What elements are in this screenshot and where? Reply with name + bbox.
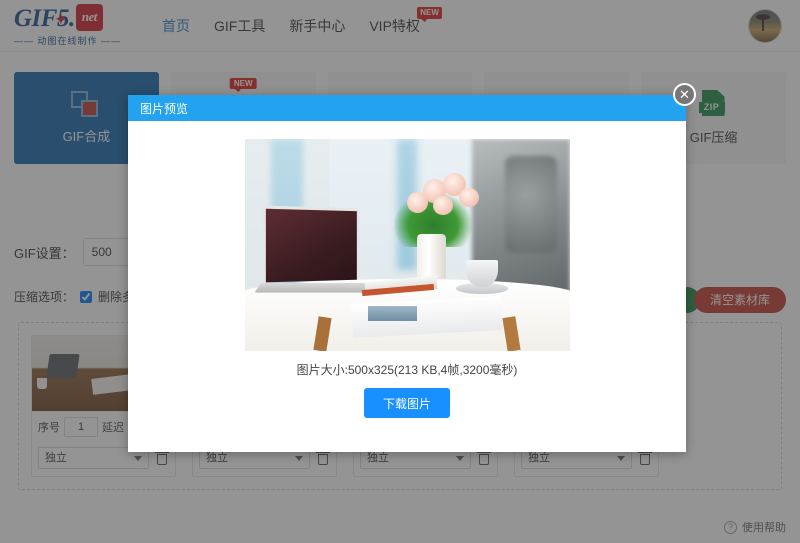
image-preview-modal: ✕ 图片预览 图片大小:500x325(213 KB,4帧,3200毫秒) 下载…	[128, 83, 696, 452]
app-root: GIF5.✦net —— 动图在线制作 —— 首页 GIF工具 新手中心 VIP…	[0, 0, 800, 543]
modal-body: 图片大小:500x325(213 KB,4帧,3200毫秒) 下载图片	[128, 121, 686, 418]
preview-image	[244, 139, 570, 351]
modal-title-bar: 图片预览	[128, 95, 686, 121]
download-image-button[interactable]: 下载图片	[364, 388, 450, 418]
close-icon[interactable]: ✕	[673, 83, 696, 106]
image-size-caption: 图片大小:500x325(213 KB,4帧,3200毫秒)	[296, 363, 518, 377]
modal-title: 图片预览	[140, 101, 189, 116]
